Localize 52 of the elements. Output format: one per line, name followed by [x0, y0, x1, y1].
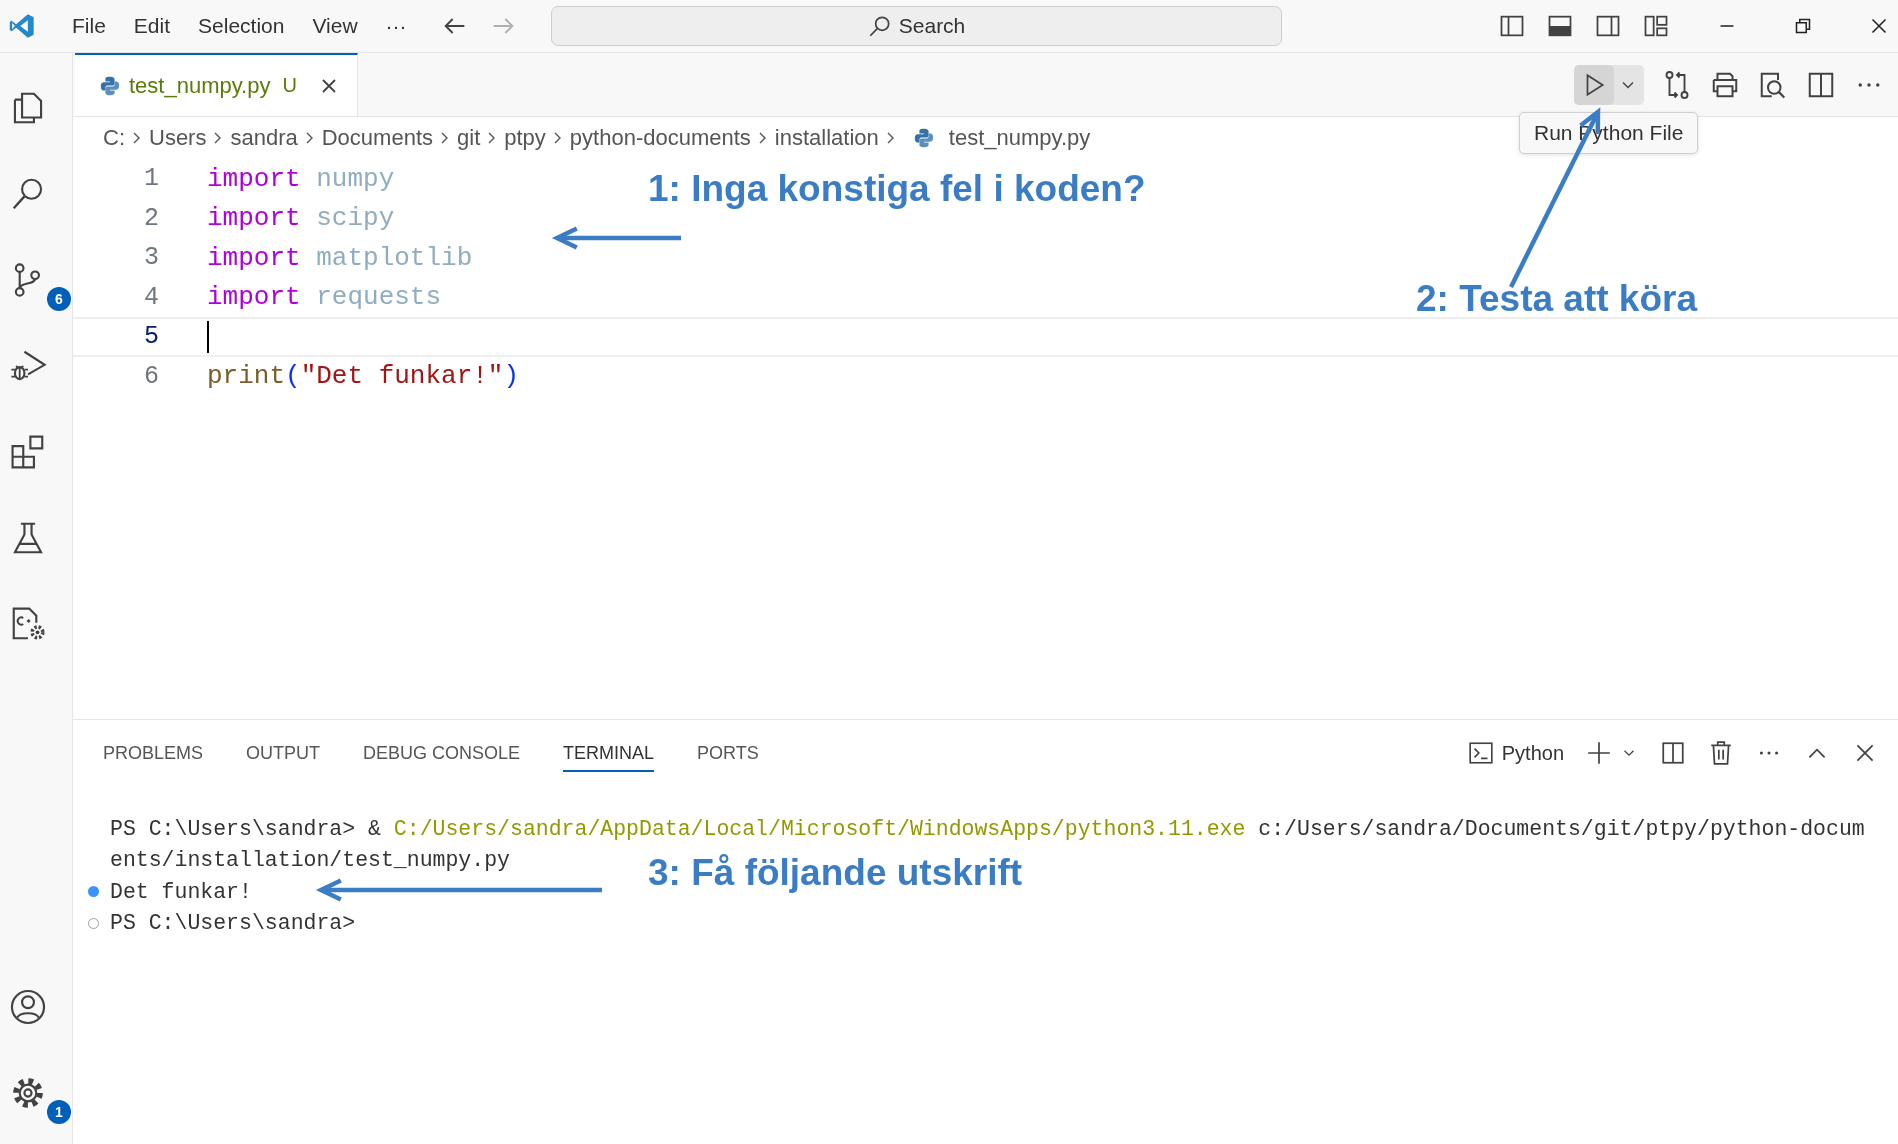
- trash-icon[interactable]: [1708, 740, 1734, 766]
- breadcrumb-item[interactable]: python-documents: [569, 125, 751, 151]
- code-line: import scipy: [207, 203, 395, 234]
- panel-tab[interactable]: PORTS: [697, 734, 759, 772]
- terminal-line: Det funkar!: [110, 879, 252, 904]
- search-field[interactable]: Search: [550, 6, 1282, 46]
- python-file-icon: [99, 74, 121, 97]
- breadcrumb-item[interactable]: test_numpy.py: [948, 125, 1091, 151]
- account-icon[interactable]: [9, 988, 47, 1026]
- menu-item[interactable]: Selection: [184, 14, 299, 38]
- notification-badge: 1: [47, 1100, 71, 1124]
- terminal-profile-button[interactable]: Python: [1467, 740, 1564, 766]
- code-line: import numpy: [207, 163, 395, 194]
- notification-badge: 6: [47, 287, 71, 311]
- breadcrumb-item[interactable]: C:: [103, 125, 125, 151]
- line-number: 3: [143, 243, 159, 273]
- annotation-text: 2: Testa att köra: [1416, 278, 1698, 320]
- breadcrumb-item[interactable]: Documents: [321, 125, 433, 151]
- code-line: import requests: [207, 282, 442, 313]
- line-number: 1: [143, 164, 159, 194]
- menu-item[interactable]: Edit: [119, 14, 185, 38]
- command-success-dot[interactable]: [87, 886, 99, 898]
- line-number: 6: [143, 361, 159, 391]
- breadcrumb-item[interactable]: installation: [774, 125, 879, 151]
- panel-tab[interactable]: TERMINAL: [563, 734, 655, 772]
- terminal-line: PS C:\Users\sandra> & C:/Users/sandra/AppData/Local/Microsoft/WindowsApps/python3.11.exe c:/Users/sandra/Documents/git/ptpy/python-docum: [110, 816, 1865, 841]
- breadcrumb-item[interactable]: sandra: [230, 125, 298, 151]
- editor-logo-icon: [8, 12, 36, 40]
- annotation-text: 1: Inga konstiga fel i koden?: [648, 168, 1146, 210]
- breadcrumb-item[interactable]: git: [457, 125, 481, 151]
- annotation-text: 3: Få följande utskrift: [648, 852, 1023, 894]
- run-button[interactable]: [1574, 64, 1644, 105]
- terminal-icon: [1467, 740, 1494, 766]
- line-number: 2: [143, 203, 159, 233]
- line-number: 4: [143, 282, 159, 312]
- breadcrumb-item[interactable]: Users: [149, 125, 207, 151]
- panel-tab[interactable]: DEBUG CONSOLE: [363, 734, 521, 772]
- code-line: print("Det funkar!"): [207, 361, 520, 392]
- menu-item[interactable]: ···: [371, 14, 421, 38]
- breadcrumb-item[interactable]: ptpy: [504, 125, 546, 151]
- terminal-line: ents/installation/test_numpy.py: [110, 848, 510, 873]
- menu-item[interactable]: View: [298, 14, 372, 38]
- panel-tab[interactable]: PROBLEMS: [103, 734, 204, 772]
- plus-icon[interactable]: [1586, 740, 1612, 766]
- menu-item[interactable]: File: [58, 14, 120, 38]
- text-cursor: [207, 320, 209, 353]
- line-number: 5: [143, 322, 159, 352]
- terminal-line: PS C:\Users\sandra>: [110, 911, 356, 936]
- panel-tab[interactable]: OUTPUT: [246, 734, 321, 772]
- editor-tab[interactable]: test_numpy.py U: [75, 53, 358, 116]
- code-line: import matplotlib: [207, 242, 473, 273]
- split-terminal-icon[interactable]: [1660, 740, 1686, 766]
